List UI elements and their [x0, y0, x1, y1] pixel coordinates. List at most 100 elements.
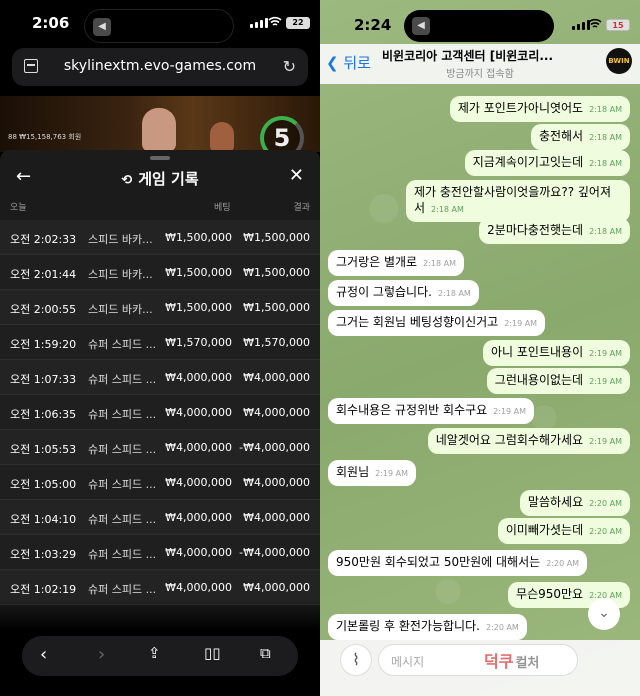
- row-bet: ₩1,500,000: [165, 231, 232, 244]
- history-row[interactable]: 오전 1:03:29 슈퍼 스피드 ... ₩4,000,000 -₩4,000,00…: [0, 535, 320, 570]
- row-game: 슈퍼 스피드 ...: [88, 478, 157, 491]
- wifi-icon: [268, 16, 282, 26]
- history-row[interactable]: 오전 1:05:00 슈퍼 스피드 ... ₩4,000,000 ₩4,000,000: [0, 465, 320, 500]
- message-text: 제가 포인트가아니엿어도: [457, 101, 584, 115]
- row-bet: ₩4,000,000: [165, 371, 232, 384]
- status-time-right: 2:24: [354, 16, 392, 34]
- row-time: 오전 1:04:10: [10, 513, 77, 526]
- chat-title[interactable]: 비윈코리아 고객센터 [비윈코리...: [382, 47, 553, 64]
- video-info: 88 ₩15,158,763 회원: [8, 133, 82, 141]
- outgoing-message[interactable]: 충전해서 2:18 AM: [530, 124, 630, 150]
- row-time: 오전 1:02:19: [10, 583, 77, 596]
- history-row[interactable]: 오전 1:59:20 슈퍼 스피드 ... ₩1,570,000 ₩1,570,000: [0, 325, 320, 360]
- row-result: ₩4,000,000: [243, 476, 310, 489]
- attach-icon[interactable]: ⌇: [340, 644, 372, 676]
- message-text: 아니 포인트내용이: [490, 345, 584, 359]
- outgoing-message[interactable]: 제가 포인트가아니엿어도 2:18 AM: [449, 96, 630, 122]
- message-time: 2:18 AM: [437, 289, 471, 298]
- row-time: 오전 2:02:33: [10, 233, 77, 246]
- browser-toolbar: ‹ › ⇪ ▯▯ ⧉: [22, 636, 298, 676]
- forward-button[interactable]: ›: [98, 644, 105, 665]
- history-row[interactable]: 오전 2:00:55 스피드 바카... ₩1,500,000 ₩1,500,000: [0, 290, 320, 325]
- message-text: 지금계속이기고잇는데: [472, 155, 584, 169]
- reload-icon[interactable]: ↻: [283, 57, 296, 76]
- history-row[interactable]: 오전 2:02:33 스피드 바카... ₩1,500,000 ₩1,500,000: [0, 220, 320, 255]
- history-row[interactable]: 오전 1:07:33 슈퍼 스피드 ... ₩4,000,000 ₩4,000,000: [0, 360, 320, 395]
- message-time: 2:19 AM: [589, 377, 622, 386]
- message-text: 그런내용이없는데: [494, 373, 584, 387]
- message-text: 그거랑은 별개로: [336, 255, 418, 269]
- incoming-message[interactable]: 기본롤링 후 환전가능합니다. 2:20 AM: [328, 614, 527, 640]
- game-history-sheet: ← ⟲ 게임 기록 ✕ 오늘 베팅 결과 오전 2:02:33 스피드 바카... ₩…: [0, 150, 320, 630]
- speaker-icon: ◀: [93, 18, 111, 36]
- status-bar: 2:06 ◀ 22: [0, 0, 320, 46]
- watermark: 덕쿠 컬처: [484, 652, 540, 671]
- history-icon: ⟲: [121, 173, 133, 188]
- incoming-message[interactable]: 규정이 그렇습니다. 2:18 AM: [328, 280, 479, 306]
- row-bet: ₩1,500,000: [165, 266, 232, 279]
- row-game: 슈퍼 스피드 ...: [88, 443, 157, 456]
- url-text[interactable]: skylinextm.evo-games.com: [12, 58, 308, 74]
- message-text: 무슨950만요: [516, 587, 584, 601]
- message-time: 2:19 AM: [504, 319, 538, 328]
- message-input[interactable]: 메시지: [378, 644, 578, 676]
- row-result: ₩4,000,000: [243, 406, 310, 419]
- bookmarks-icon[interactable]: ▯▯: [204, 644, 221, 662]
- dealer-figure-2: [210, 122, 234, 152]
- message-time: 2:19 AM: [589, 349, 622, 358]
- row-time: 오전 1:59:20: [10, 338, 77, 351]
- message-time: 2:18 AM: [431, 205, 464, 214]
- message-text: 회원님: [336, 465, 370, 479]
- row-time: 오전 1:05:53: [10, 443, 77, 456]
- outgoing-message[interactable]: 네알겟어요 그럼회수해가세요 2:19 AM: [427, 428, 630, 454]
- outgoing-message[interactable]: 말씀하세요 2:20 AM: [519, 490, 630, 516]
- message-time: 2:20 AM: [485, 623, 519, 632]
- tabs-icon[interactable]: ⧉: [260, 644, 271, 662]
- incoming-message[interactable]: 그거랑은 별개로 2:18 AM: [328, 250, 464, 276]
- row-bet: ₩4,000,000: [165, 406, 232, 419]
- row-bet: ₩1,500,000: [165, 301, 232, 314]
- row-bet: ₩4,000,000: [165, 511, 232, 524]
- dealer-figure: [142, 108, 176, 152]
- row-bet: ₩4,000,000: [165, 581, 232, 594]
- col-result: 결과: [293, 203, 310, 213]
- message-time: 2:19 AM: [375, 469, 409, 478]
- battery-icon: 15: [606, 19, 630, 31]
- incoming-message[interactable]: 950만원 회수되었고 50만원에 대해서는 2:20 AM: [328, 550, 588, 576]
- history-row[interactable]: 오전 1:04:10 슈퍼 스피드 ... ₩4,000,000 ₩4,000,000: [0, 500, 320, 535]
- history-row[interactable]: 오전 1:06:35 슈퍼 스피드 ... ₩4,000,000 ₩4,000,000: [0, 395, 320, 430]
- message-text: 기본롤링 후 환전가능합니다.: [336, 619, 480, 633]
- history-row[interactable]: 오전 2:01:44 스피드 바카... ₩1,500,000 ₩1,500,000: [0, 255, 320, 290]
- row-game: 슈퍼 스피드 ...: [88, 583, 157, 596]
- row-result: ₩1,500,000: [243, 301, 310, 314]
- outgoing-message[interactable]: 아니 포인트내용이 2:19 AM: [482, 340, 630, 366]
- message-text: 충전해서: [538, 129, 584, 143]
- message-time: 2:20 AM: [546, 559, 580, 568]
- row-game: 슈퍼 스피드 ...: [88, 513, 157, 526]
- incoming-message[interactable]: 회원님 2:19 AM: [328, 460, 417, 486]
- row-time: 오전 1:06:35: [10, 408, 77, 421]
- close-icon[interactable]: ✕: [289, 165, 304, 186]
- scroll-down-button[interactable]: ⌄: [588, 598, 620, 630]
- outgoing-message[interactable]: 2분마다충전햇는데 2:18 AM: [479, 218, 630, 244]
- outgoing-message[interactable]: 제가 충전안할사람이엇을까요?? 깊어져서 2:18 AM: [406, 180, 630, 222]
- row-time: 오전 1:07:33: [10, 373, 77, 386]
- row-result: ₩1,500,000: [243, 231, 310, 244]
- back-button[interactable]: ‹: [40, 644, 47, 665]
- chat-pane: 2:24 ◀ 15 ❮ 뒤로 비윈코리아 고객센터 [비윈코리... 방금까지 …: [320, 0, 640, 696]
- row-time: 오전 2:01:44: [10, 268, 77, 281]
- wifi-icon: [588, 18, 602, 28]
- incoming-message[interactable]: 그거는 회원님 베팅성향이신거고 2:19 AM: [328, 310, 546, 336]
- share-icon[interactable]: ⇪: [148, 644, 161, 662]
- outgoing-message[interactable]: 그런내용이없는데 2:19 AM: [486, 368, 630, 394]
- avatar[interactable]: BWIN: [606, 48, 632, 74]
- message-text: 회수내용은 규정위반 회수구요: [336, 403, 488, 417]
- message-time: 2:18 AM: [589, 159, 622, 168]
- dynamic-island: ◀: [84, 9, 234, 43]
- address-bar[interactable]: skylinextm.evo-games.com ↻: [12, 48, 308, 86]
- history-row[interactable]: 오전 1:05:53 슈퍼 스피드 ... ₩4,000,000 -₩4,000,00…: [0, 430, 320, 465]
- column-header: 오늘 베팅 결과: [0, 198, 320, 216]
- outgoing-message[interactable]: 이미빼가셧는데 2:20 AM: [497, 518, 630, 544]
- outgoing-message[interactable]: 지금계속이기고잇는데 2:18 AM: [464, 150, 630, 176]
- incoming-message[interactable]: 회수내용은 규정위반 회수구요 2:19 AM: [328, 398, 535, 424]
